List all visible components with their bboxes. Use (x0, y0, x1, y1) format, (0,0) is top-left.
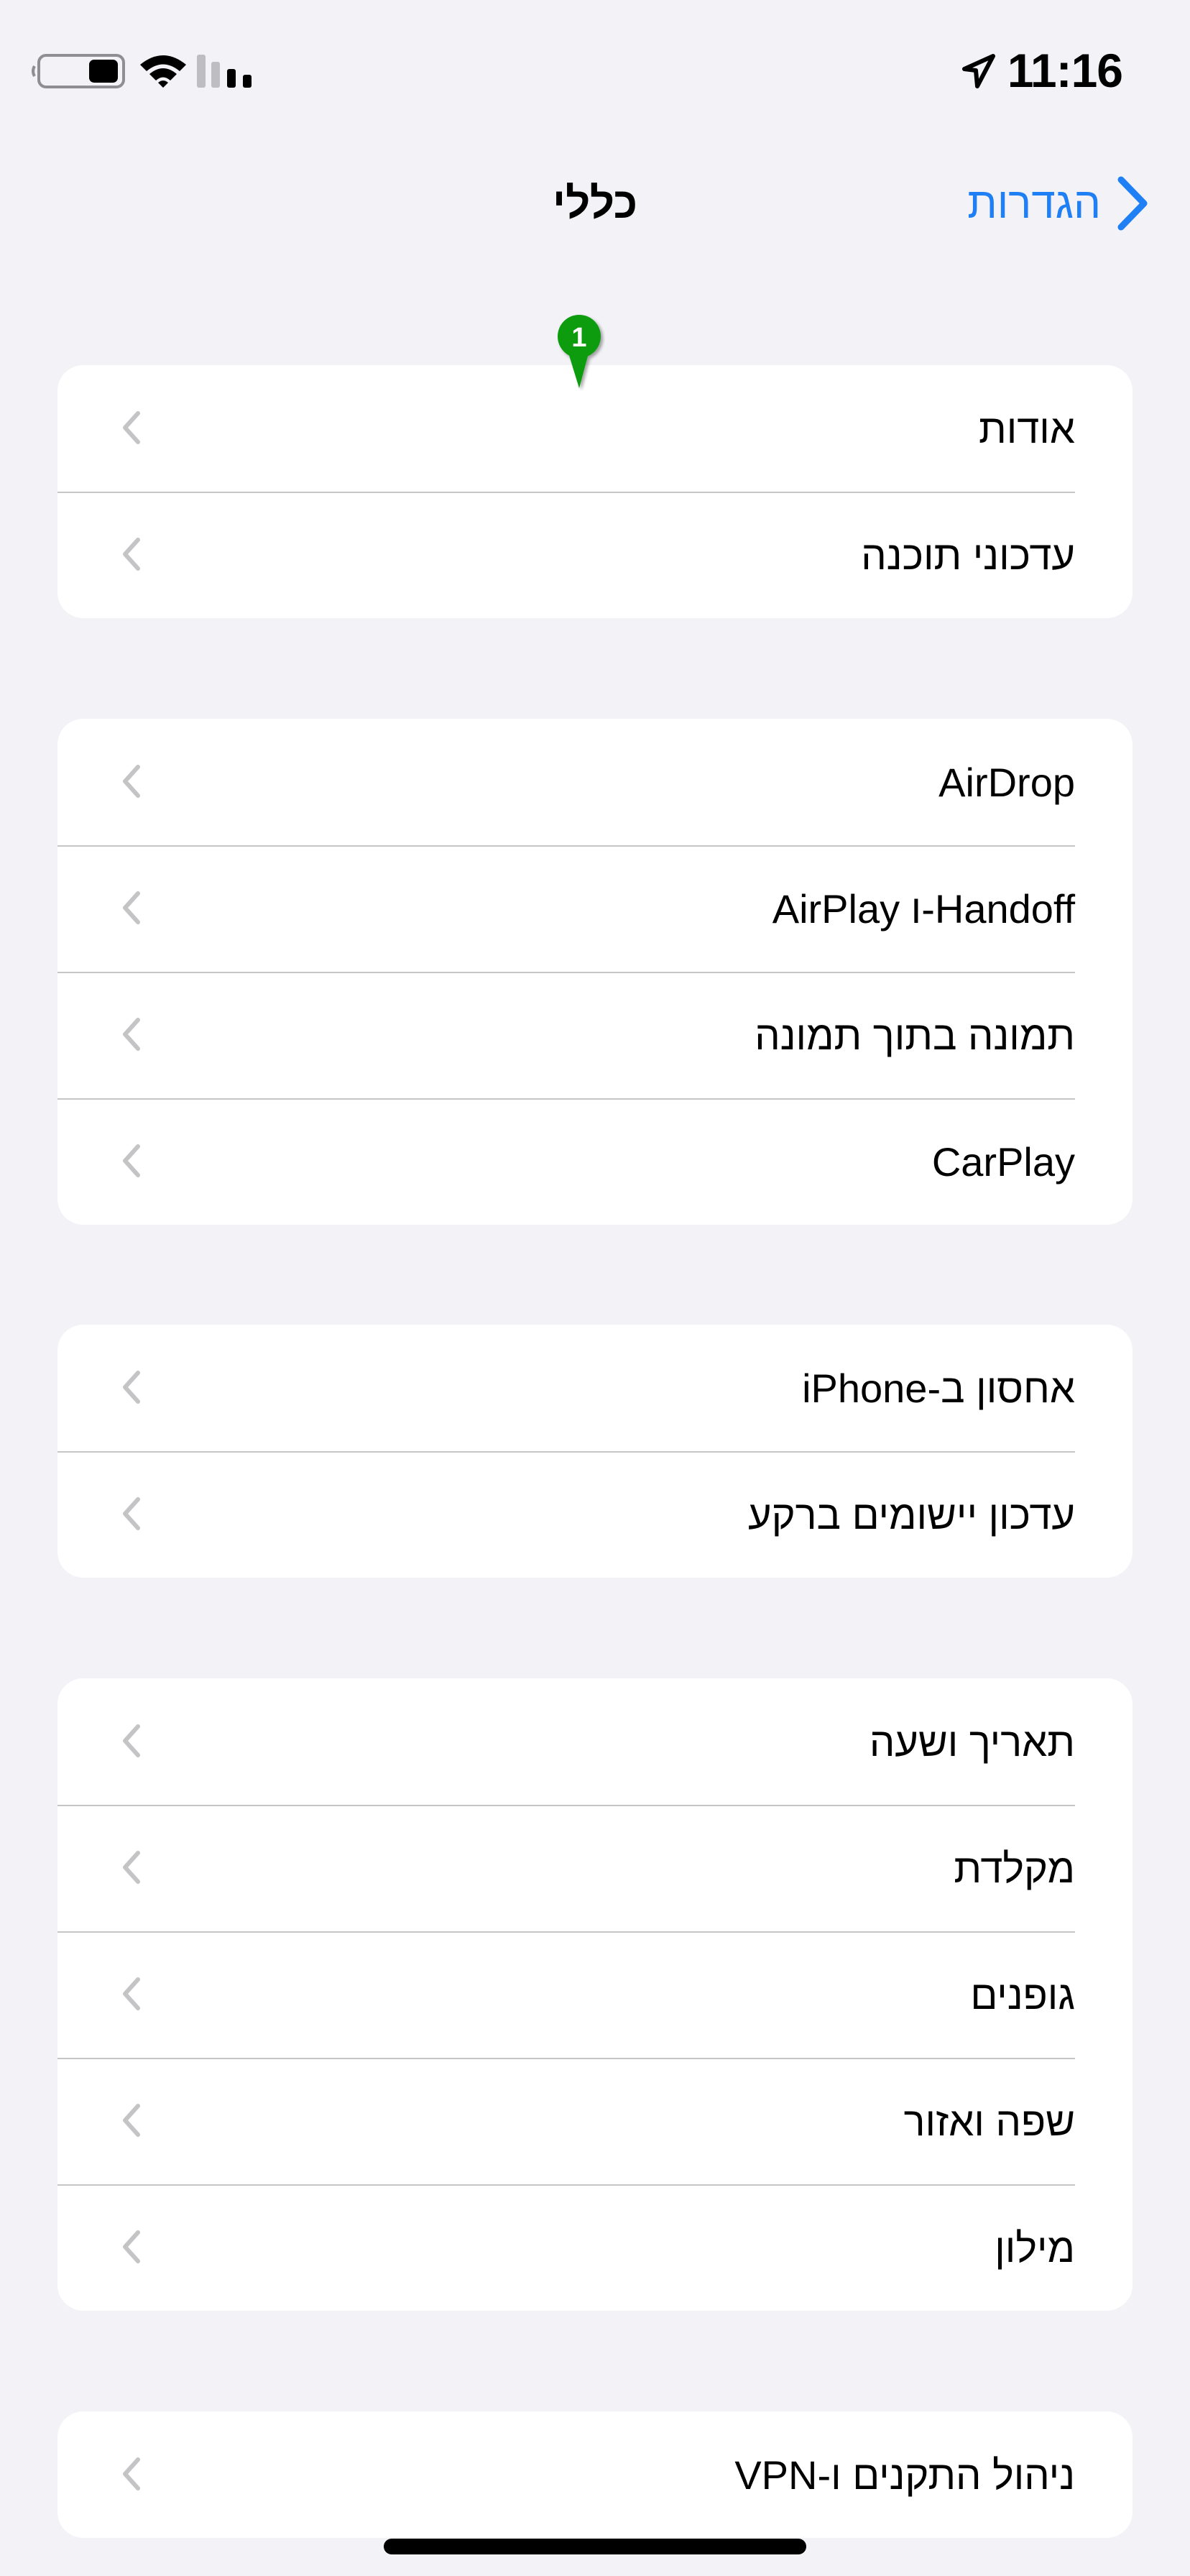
marker-pin-icon: 1 (558, 315, 601, 388)
list-item-label: שפה ואזור (903, 2098, 1075, 2144)
settings-group-device-management: ניהול התקנים ו-VPN (57, 2411, 1133, 2538)
list-item-date-time[interactable]: תאריך ושעה (57, 1678, 1133, 1805)
list-item-language-region[interactable]: שפה ואזור (57, 2058, 1133, 2184)
list-item-keyboard[interactable]: מקלדת (57, 1805, 1133, 1931)
list-item-fonts[interactable]: גופנים (57, 1931, 1133, 2058)
page-title: כללי (552, 179, 638, 227)
chevron-left-icon (123, 538, 140, 571)
list-item-carplay[interactable]: CarPlay (57, 1098, 1133, 1225)
settings-group-locale: תאריך ושעה מקלדת גופנים שפה ואזור מילון (57, 1678, 1133, 2311)
list-item-label: עדכון יישומים ברקע (748, 1491, 1075, 1537)
list-item-label: AirDrop (938, 759, 1075, 805)
wifi-icon (140, 55, 186, 88)
home-indicator[interactable] (384, 2539, 806, 2554)
list-item-dictionary[interactable]: מילון (57, 2184, 1133, 2311)
list-item-label: עדכוני תוכנה (861, 532, 1075, 578)
settings-group-about: אודות עדכוני תוכנה (57, 365, 1133, 618)
list-item-label: תאריך ושעה (869, 1719, 1075, 1765)
chevron-left-icon (123, 411, 140, 444)
list-item-airplay-handoff[interactable]: Handoff-ו AirPlay (57, 845, 1133, 972)
marker-label: 1 (571, 323, 586, 353)
list-item-label: ניהול התקנים ו-VPN (734, 2452, 1075, 2498)
list-item-airdrop[interactable]: AirDrop (57, 719, 1133, 845)
cellular-signal-icon (197, 55, 252, 88)
chevron-left-icon (123, 2457, 140, 2490)
chevron-left-icon (123, 1851, 140, 1884)
list-item-label: מילון (995, 2225, 1075, 2271)
chevron-left-icon (123, 1977, 140, 2010)
chevron-left-icon (123, 2230, 140, 2263)
chevron-left-icon (123, 1144, 140, 1177)
location-arrow-icon (962, 54, 995, 88)
chevron-left-icon (123, 2104, 140, 2137)
list-item-label: גופנים (970, 1972, 1075, 2018)
list-item-vpn-device-management[interactable]: ניהול התקנים ו-VPN (57, 2411, 1133, 2538)
chevron-left-icon (123, 891, 140, 924)
list-item-picture-in-picture[interactable]: תמונה בתוך תמונה (57, 972, 1133, 1098)
list-item-software-update[interactable]: עדכוני תוכנה (57, 492, 1133, 618)
battery-icon (32, 54, 125, 88)
list-item-label: מקלדת (954, 1845, 1075, 1891)
chevron-left-icon (123, 1724, 140, 1757)
list-item-iphone-storage[interactable]: אחסון ב-iPhone (57, 1325, 1133, 1451)
chevron-left-icon (123, 1497, 140, 1530)
list-item-label: אודות (979, 405, 1075, 451)
list-item-label: CarPlay (931, 1138, 1075, 1184)
list-item-label: תמונה בתוך תמונה (755, 1012, 1075, 1058)
list-item-background-app-refresh[interactable]: עדכון יישומים ברקע (57, 1451, 1133, 1578)
status-time: 11:16 (1007, 44, 1123, 97)
settings-group-storage: אחסון ב-iPhone עדכון יישומים ברקע (57, 1325, 1133, 1578)
chevron-left-icon (123, 1018, 140, 1051)
chevron-left-icon (123, 765, 140, 798)
list-item-label: Handoff-ו AirPlay (772, 886, 1075, 932)
settings-group-connectivity: AirDrop Handoff-ו AirPlay תמונה בתוך תמו… (57, 719, 1133, 1225)
chevron-left-icon (123, 1371, 140, 1404)
list-item-label: אחסון ב-iPhone (802, 1365, 1075, 1411)
